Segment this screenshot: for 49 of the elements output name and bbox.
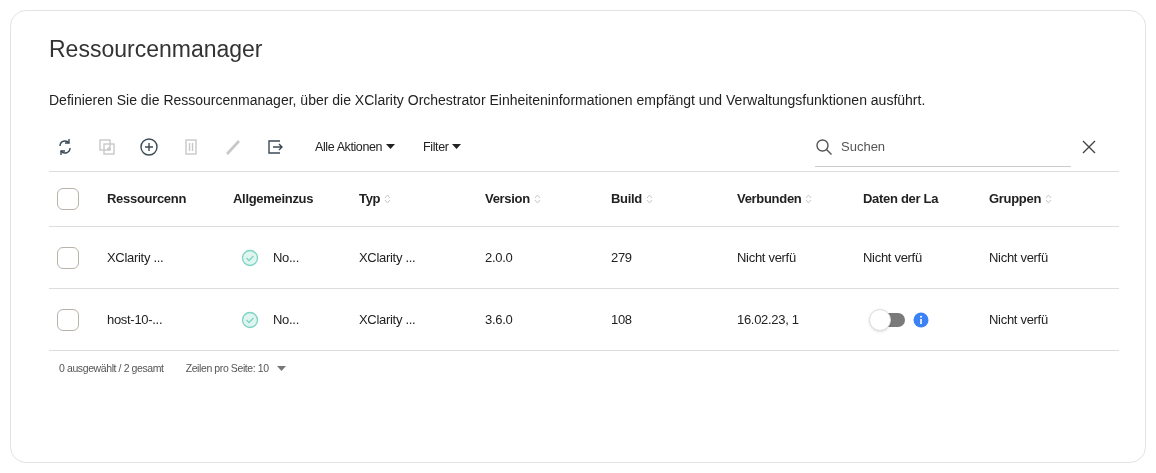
caret-icon bbox=[276, 366, 286, 372]
table-cell: 2.0.0 bbox=[485, 249, 513, 265]
table-cell: Nicht verfü bbox=[737, 249, 796, 265]
add-icon bbox=[139, 137, 159, 157]
column-header[interactable]: Build bbox=[611, 189, 642, 209]
status-text: No... bbox=[273, 248, 299, 267]
column-header[interactable]: Allgemeinzus bbox=[233, 189, 314, 209]
column-header[interactable]: Version bbox=[485, 189, 530, 209]
table-cell: 3.6.0 bbox=[485, 311, 513, 327]
table-cell: 279 bbox=[611, 249, 632, 265]
table-cell: XClarity ... bbox=[359, 249, 416, 265]
column-header[interactable]: Typ bbox=[359, 189, 381, 209]
search-icon bbox=[815, 137, 833, 156]
info-icon[interactable] bbox=[913, 311, 929, 328]
column-header[interactable]: Verbunden bbox=[737, 189, 802, 209]
table-cell: 108 bbox=[611, 311, 632, 327]
rows-per-page-dropdown[interactable]: Zeilen pro Seite: 10 bbox=[185, 361, 286, 377]
column-header[interactable]: Ressourcenn bbox=[107, 189, 187, 209]
table-cell: XClarity ... bbox=[107, 249, 164, 265]
table-cell: XClarity ... bbox=[359, 311, 416, 327]
checkbox[interactable] bbox=[57, 188, 79, 210]
copy-icon bbox=[97, 137, 117, 157]
column-header[interactable]: Daten der La bbox=[863, 189, 939, 209]
sort-icon[interactable] bbox=[646, 193, 653, 205]
export-icon bbox=[265, 137, 285, 157]
column-header[interactable]: Gruppen bbox=[989, 189, 1042, 209]
sort-icon[interactable] bbox=[384, 193, 392, 205]
table-cell: Nicht verfü bbox=[863, 249, 922, 265]
dropdown-menu[interactable]: Filter bbox=[423, 137, 462, 157]
table-cell: 16.02.23, 1 bbox=[737, 311, 799, 327]
caret-icon bbox=[386, 144, 396, 150]
table-cell: Nicht verfü bbox=[989, 249, 1048, 265]
dropdown-menu[interactable]: Alle Aktionen bbox=[315, 137, 396, 157]
sort-icon[interactable] bbox=[1045, 193, 1053, 205]
selection-count: 0 ausgewählt / 2 gesamt bbox=[59, 361, 164, 377]
table-cell: host-10-... bbox=[107, 311, 163, 327]
sort-icon[interactable] bbox=[533, 193, 541, 205]
checkbox[interactable] bbox=[57, 308, 79, 331]
check-circle-icon bbox=[241, 310, 259, 329]
page-title: Ressourcenmanager bbox=[49, 35, 264, 63]
check-circle-icon bbox=[241, 248, 259, 267]
description: Definieren Sie die Ressourcenmanager, über die XClarity Orchestrator Einheiteninformationen empfängt und Verwaltungsfunktionen ausführt. bbox=[49, 91, 927, 110]
status-text: No... bbox=[273, 310, 299, 329]
search-field[interactable]: Suchen bbox=[841, 136, 1041, 157]
sort-icon[interactable] bbox=[805, 193, 813, 205]
close-icon[interactable] bbox=[1081, 139, 1097, 155]
checkbox[interactable] bbox=[57, 246, 79, 269]
table-cell: Nicht verfü bbox=[989, 311, 1048, 327]
caret-icon bbox=[452, 144, 462, 150]
